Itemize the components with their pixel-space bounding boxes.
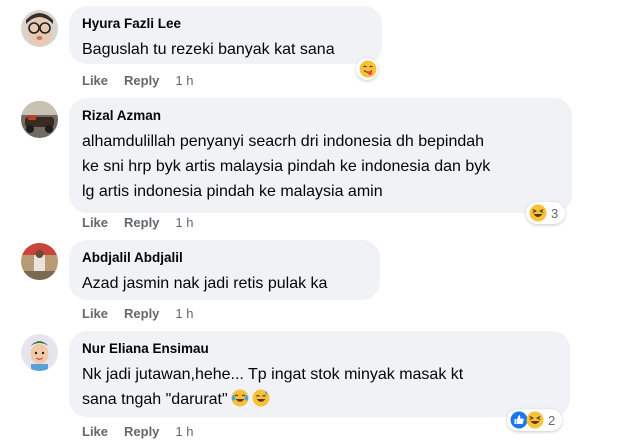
like-button[interactable]: Like [82, 73, 108, 88]
reaction-count: 3 [551, 205, 559, 221]
comment-actions: Like Reply 1 h [82, 73, 194, 88]
like-button[interactable]: Like [82, 306, 108, 321]
comment-line-text: sana tngah "darurat" [82, 391, 228, 408]
comment-bubble: Rizal Azman alhamdulillah penyanyi seacr… [69, 98, 572, 213]
yum-emoji-icon [359, 60, 377, 78]
reply-button[interactable]: Reply [124, 306, 159, 321]
comment-actions: Like Reply 1 h [82, 215, 194, 230]
comment-text: Azad jasmin nak jadi retis pulak ka [82, 271, 367, 296]
comment-bubble: Abdjalil Abdjalil Azad jasmin nak jadi r… [69, 240, 380, 300]
comment-text: Baguslah tu rezeki banyak kat sana [82, 37, 369, 62]
comment-actions: Like Reply 1 h [82, 424, 194, 439]
comment-line: alhamdulillah penyanyi seacrh dri indone… [82, 133, 485, 150]
reaction-summary[interactable] [356, 58, 378, 80]
reply-button[interactable]: Reply [124, 73, 159, 88]
comment-author[interactable]: Hyura Fazli Lee [82, 15, 369, 33]
haha-emoji-icon [529, 204, 547, 222]
comment-timestamp[interactable]: 1 h [175, 73, 193, 88]
reaction-summary[interactable]: 2 [507, 409, 563, 431]
comment-line: Nk jadi jutawan,hehe... Tp ingat stok mi… [82, 366, 464, 383]
comment-bubble: Nur Eliana Ensimau Nk jadi jutawan,hehe.… [69, 331, 570, 417]
comment-author[interactable]: Nur Eliana Ensimau [82, 340, 557, 358]
comment-timestamp[interactable]: 1 h [175, 424, 193, 439]
comment-timestamp[interactable]: 1 h [175, 306, 193, 321]
avatar[interactable] [21, 334, 58, 371]
comment-line: ke sni hrp byk artis malaysia pindah ke … [82, 158, 491, 175]
avatar[interactable] [21, 243, 58, 280]
like-button[interactable]: Like [82, 424, 108, 439]
comment-text: Nk jadi jutawan,hehe... Tp ingat stok mi… [82, 362, 557, 412]
comment-bubble: Hyura Fazli Lee Baguslah tu rezeki banya… [69, 6, 382, 64]
comment-line: lg artis indonesia pindah ke malaysia am… [82, 183, 383, 200]
haha-emoji-icon [526, 411, 544, 429]
comment-line: Azad jasmin nak jadi retis pulak ka [82, 275, 328, 292]
reply-button[interactable]: Reply [124, 215, 159, 230]
avatar[interactable] [21, 101, 58, 138]
reaction-summary[interactable]: 3 [526, 202, 566, 224]
tears-of-joy-emoji-icon [231, 389, 249, 407]
comment-line: Baguslah tu rezeki banyak kat sana [82, 41, 335, 58]
comment-line: sana tngah "darurat" [82, 387, 557, 412]
comment-author[interactable]: Abdjalil Abdjalil [82, 249, 367, 267]
comment-author[interactable]: Rizal Azman [82, 107, 559, 125]
grinning-sweat-emoji-icon [252, 389, 270, 407]
comment-actions: Like Reply 1 h [82, 306, 194, 321]
comment-text: alhamdulillah penyanyi seacrh dri indone… [82, 129, 559, 204]
like-button[interactable]: Like [82, 215, 108, 230]
reply-button[interactable]: Reply [124, 424, 159, 439]
avatar[interactable] [21, 10, 58, 47]
reaction-count: 2 [548, 412, 556, 428]
comment-timestamp[interactable]: 1 h [175, 215, 193, 230]
